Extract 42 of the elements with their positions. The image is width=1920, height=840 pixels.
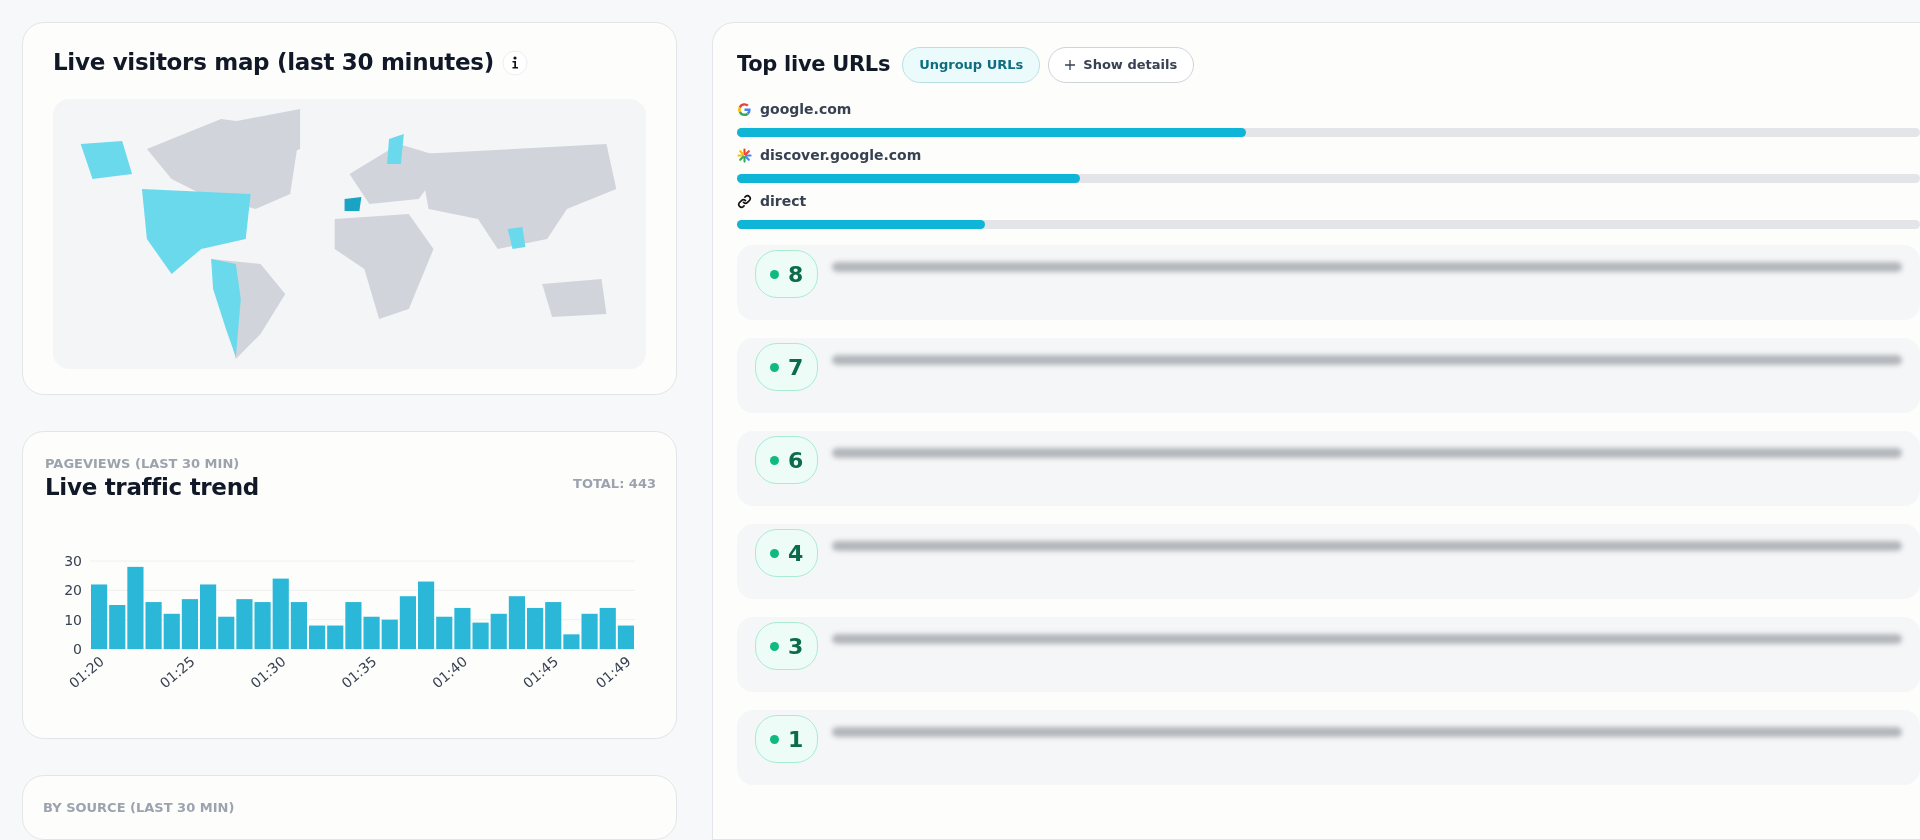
source-name[interactable]: direct [760, 190, 807, 212]
source-name[interactable]: google.com [760, 98, 852, 120]
g-logo-icon [737, 101, 752, 117]
card-overline: PAGEVIEWS (LAST 30 MIN) [45, 455, 241, 474]
page-row[interactable]: 4 [737, 523, 1920, 599]
count-text: 1 [788, 725, 804, 754]
plus-icon [1065, 59, 1076, 70]
total-count: TOTAL: 443 [573, 475, 656, 494]
page-row[interactable]: 7 [737, 337, 1920, 413]
asterisk-icon [737, 147, 752, 163]
count-text: 4 [788, 539, 804, 568]
source-name[interactable]: discover.google.com [760, 144, 922, 166]
bar [309, 625, 326, 650]
live-dot-icon [770, 455, 779, 465]
count-text: 7 [788, 353, 804, 382]
card-title: Top live URLs [737, 52, 891, 78]
bar [527, 608, 544, 650]
card-title: Live visitors map (last 30 minutes) [53, 49, 494, 77]
count-text: 8 [788, 260, 804, 289]
page-row[interactable]: 8 [737, 244, 1920, 320]
ungroup-button[interactable]: Ungroup URLs [902, 47, 1041, 83]
page-row[interactable]: 3 [737, 616, 1920, 692]
show-details-button[interactable]: Show details [1048, 47, 1195, 83]
live-dot-icon [770, 641, 779, 651]
card-title: Live traffic trend [45, 473, 259, 502]
count-text: 6 [788, 446, 804, 475]
live-dot-icon [770, 362, 779, 372]
bar [163, 614, 180, 650]
count-text: 3 [788, 632, 804, 661]
info-icon[interactable] [501, 49, 528, 76]
page-row[interactable]: 6 [737, 430, 1920, 506]
link-icon [737, 193, 752, 209]
page-row[interactable]: 1 [737, 709, 1920, 785]
live-dot-icon [770, 734, 779, 744]
live-dot-icon [770, 548, 779, 558]
live-dot-icon [770, 269, 779, 279]
axis-label: 30 [64, 553, 82, 570]
axis-label: 20 [64, 582, 82, 599]
card-overline: BY SOURCE (LAST 30 MIN) [43, 798, 236, 817]
axis-label: 0 [73, 641, 82, 658]
axis-label: 10 [64, 612, 82, 628]
bar [181, 599, 198, 650]
